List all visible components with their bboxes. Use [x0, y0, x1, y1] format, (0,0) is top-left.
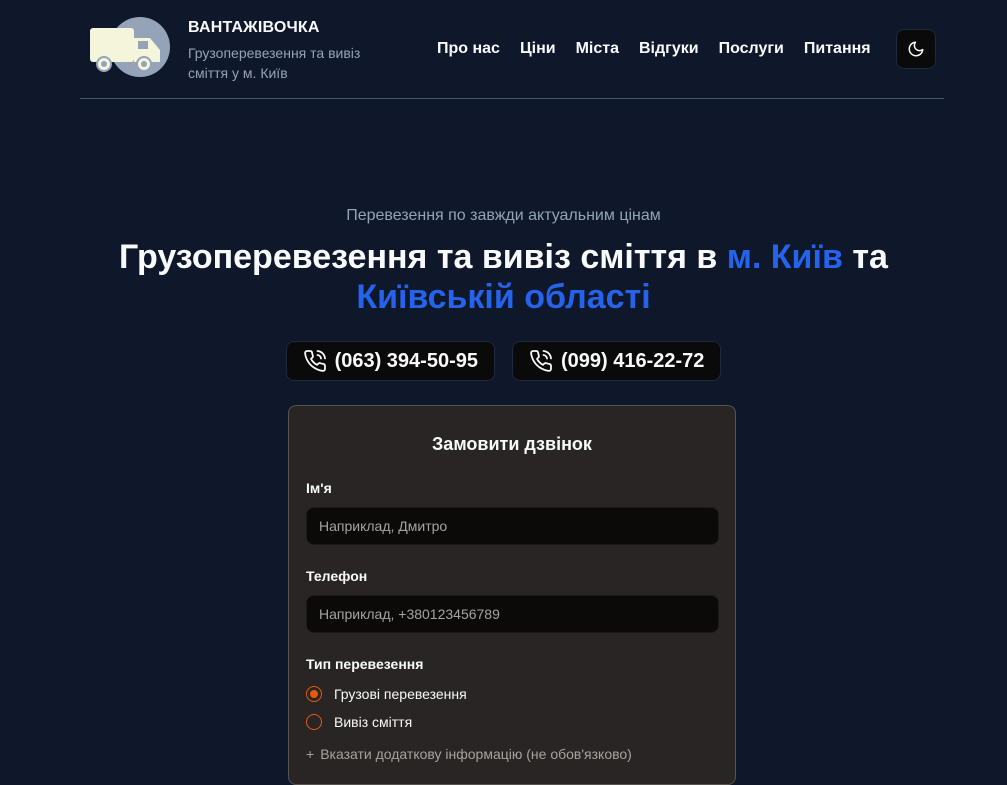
brand-title: ВАНТАЖІВОЧКА [188, 19, 320, 36]
phone-button-1[interactable]: (063) 394-50-95 [285, 341, 495, 381]
brand-subtitle: Грузоперевезення та вивіз сміття у м. Ки… [188, 45, 361, 81]
radio-checked[interactable] [306, 686, 322, 702]
hero-title-part2: та [842, 238, 888, 276]
form-title: Замовити дзвінок [432, 434, 592, 454]
more-info-label: Вказати додаткову інформацію (не обов'яз… [320, 746, 632, 762]
main-nav: Про нас Ціни Міста Відгуки Послуги Питан… [437, 40, 891, 58]
type-label: Тип перевезення [306, 656, 424, 672]
nav-link-prices[interactable]: Ціни [520, 40, 556, 58]
nav-link-services[interactable]: Послуги [719, 40, 784, 58]
phone-input[interactable] [306, 595, 719, 633]
phone-label: Телефон [306, 568, 368, 584]
phone-call-icon [303, 350, 326, 372]
hero-title-region: Київській області [356, 278, 651, 316]
phone-buttons: (063) 394-50-95 (099) 416-22-72 [0, 341, 1007, 381]
hero-title-part1: Грузоперевезення та вивіз сміття в [119, 238, 727, 276]
moon-icon [908, 41, 924, 57]
nav-link-reviews[interactable]: Відгуки [639, 40, 699, 58]
name-input[interactable] [306, 507, 719, 545]
radio-label-waste: Вивіз сміття [334, 714, 413, 730]
phone-number-2: (099) 416-22-72 [561, 349, 705, 372]
more-info-toggle[interactable]: + Вказати додаткову інформацію (не обов'… [306, 746, 632, 762]
phone-number-1: (063) 394-50-95 [334, 349, 478, 372]
plus-icon: + [306, 746, 315, 762]
phone-button-2[interactable]: (099) 416-22-72 [512, 341, 722, 381]
hero-title-city: м. Київ [726, 238, 843, 276]
site-header: ВАНТАЖІВОЧКА Грузоперевезення та вивіз с… [80, 0, 944, 99]
nav-link-about[interactable]: Про нас [437, 40, 500, 58]
theme-toggle-button[interactable] [896, 29, 936, 69]
callback-form: Замовити дзвінок Ім'я Телефон Тип переве… [288, 405, 736, 785]
phone-call-icon [530, 350, 552, 372]
radio-unchecked[interactable] [306, 714, 322, 730]
radio-option-cargo[interactable]: Грузові перевезення [306, 686, 467, 702]
nav-link-cities[interactable]: Міста [576, 40, 619, 58]
radio-label-cargo: Грузові перевезення [334, 686, 467, 702]
nav-link-faq[interactable]: Питання [804, 40, 871, 58]
hero-title: Грузоперевезення та вивіз сміття в м. Ки… [100, 237, 907, 317]
truck-logo-icon[interactable] [88, 16, 172, 78]
name-label: Ім'я [306, 480, 332, 496]
radio-option-waste[interactable]: Вивіз сміття [306, 714, 412, 730]
hero-pretitle: Перевезення по завжди актуальним цінам [346, 207, 661, 224]
